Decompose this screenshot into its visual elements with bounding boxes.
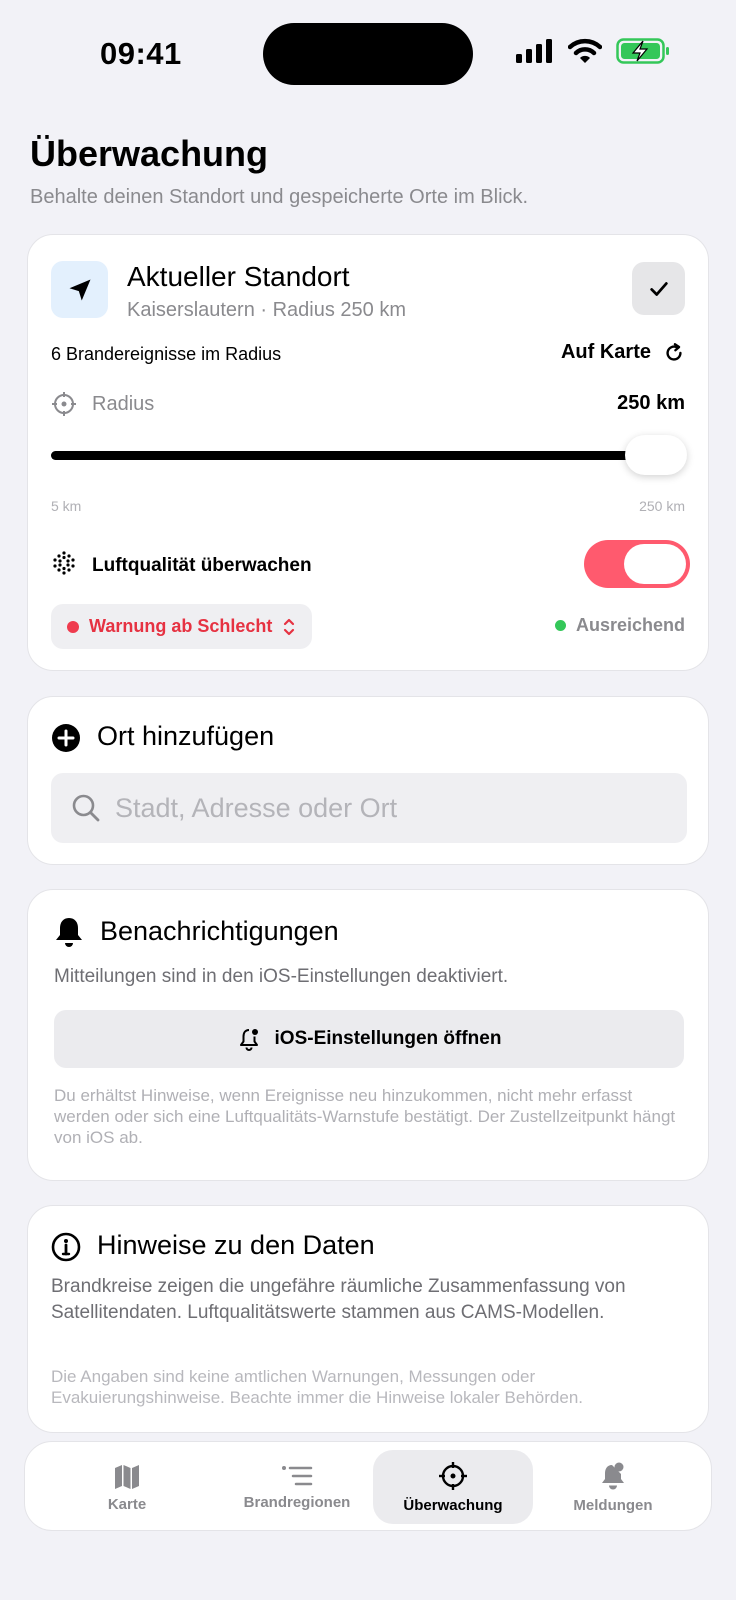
battery-charging-icon bbox=[616, 38, 669, 64]
slider-max-label: 250 km bbox=[639, 498, 685, 514]
notifications-note: Du erhältst Hinweise, wenn Ereignisse ne… bbox=[54, 1086, 676, 1147]
air-quality-status-label: Ausreichend bbox=[575, 615, 685, 635]
dynamic-island bbox=[263, 23, 473, 85]
bell-icon bbox=[56, 918, 82, 947]
radius-label: Radius bbox=[92, 393, 155, 415]
radius-slider[interactable] bbox=[51, 435, 687, 475]
radius-value: 250 km bbox=[617, 392, 685, 414]
toggle-knob bbox=[624, 544, 686, 584]
air-quality-toggle[interactable] bbox=[584, 540, 690, 588]
crosshair-icon bbox=[439, 1461, 467, 1490]
air-quality-status: Ausreichend bbox=[554, 615, 685, 636]
tab-label: Meldungen bbox=[573, 1496, 653, 1514]
status-bar: 09:41 bbox=[0, 0, 736, 100]
tab-label: Karte bbox=[107, 1495, 147, 1513]
tab-meldungen[interactable]: Meldungen bbox=[533, 1450, 693, 1524]
location-subtitle: Kaiserslautern · Radius 250 km bbox=[127, 299, 407, 321]
wifi-icon bbox=[568, 38, 602, 63]
data-info-card: Hinweise zu den Daten Brandkreise zeigen… bbox=[27, 1205, 709, 1433]
confirm-location-button[interactable] bbox=[632, 262, 685, 315]
map-icon bbox=[115, 1464, 139, 1489]
tab-label: Überwachung bbox=[403, 1496, 503, 1514]
slider-thumb[interactable] bbox=[625, 435, 687, 475]
current-location-card: Aktueller Standort Kaiserslautern · Radi… bbox=[27, 234, 709, 671]
chevron-up-down-icon bbox=[284, 618, 295, 635]
page-title: Überwachung bbox=[30, 133, 269, 174]
crosshair-icon bbox=[52, 392, 76, 416]
add-place-title: Ort hinzufügen bbox=[97, 721, 275, 751]
notifications-card: Benachrichtigungen Mitteilungen sind in … bbox=[27, 889, 709, 1181]
add-place-card: Ort hinzufügen bbox=[27, 696, 709, 865]
tab-bar: Karte Brandregionen Überwachung Meldunge… bbox=[24, 1441, 712, 1531]
data-info-title: Hinweise zu den Daten bbox=[97, 1230, 375, 1260]
search-box[interactable] bbox=[51, 773, 687, 843]
open-ios-settings-button[interactable]: iOS-Einstellungen öffnen bbox=[54, 1010, 684, 1068]
slider-fill bbox=[51, 451, 656, 460]
show-on-map-label: Auf Karte bbox=[560, 341, 651, 363]
search-input[interactable] bbox=[115, 773, 675, 843]
air-quality-label: Luftqualität überwachen bbox=[92, 555, 312, 576]
open-ios-settings-label: iOS-Einstellungen öffnen bbox=[274, 1028, 502, 1049]
data-info-note: Die Angaben sind keine amtlichen Warnung… bbox=[51, 1367, 583, 1407]
bell-badge-icon bbox=[602, 1462, 624, 1489]
cellular-signal-icon bbox=[516, 39, 552, 63]
notifications-description: Mitteilungen sind in den iOS-Einstellung… bbox=[54, 966, 509, 987]
search-icon bbox=[72, 794, 100, 822]
status-icons bbox=[516, 38, 670, 64]
status-dot bbox=[554, 620, 566, 631]
refresh-icon bbox=[666, 342, 682, 361]
info-icon bbox=[51, 1232, 81, 1262]
status-time: 09:41 bbox=[100, 36, 182, 71]
bell-badge-icon bbox=[239, 1029, 258, 1051]
warning-threshold-picker[interactable]: Warnung ab Schlecht bbox=[51, 604, 313, 649]
plus-circle-icon bbox=[52, 724, 80, 752]
warning-threshold-label: Warnung ab Schlecht bbox=[89, 616, 273, 636]
tab-brandregionen[interactable]: Brandregionen bbox=[217, 1450, 377, 1524]
list-icon bbox=[282, 1465, 313, 1485]
air-particles-icon bbox=[53, 551, 75, 575]
show-on-map-button[interactable]: Auf Karte bbox=[561, 341, 685, 364]
slider-min-label: 5 km bbox=[51, 498, 82, 514]
tab-ueberwachung[interactable]: Überwachung bbox=[373, 1450, 533, 1524]
notifications-title: Benachrichtigungen bbox=[100, 916, 339, 946]
location-arrow-icon bbox=[69, 279, 90, 300]
checkmark-icon bbox=[649, 281, 668, 296]
warning-dot bbox=[67, 620, 79, 633]
tab-label: Brandregionen bbox=[243, 1493, 351, 1511]
location-title: Aktueller Standort bbox=[127, 261, 350, 292]
tab-karte[interactable]: Karte bbox=[47, 1450, 207, 1524]
location-icon-box bbox=[51, 261, 108, 318]
fire-events-count: 6 Brandereignisse im Radius bbox=[51, 344, 282, 364]
page-subtitle: Behalte deinen Standort und gespeicherte… bbox=[30, 186, 529, 208]
data-info-text: Brandkreise zeigen die ungefähre räumlic… bbox=[51, 1276, 626, 1323]
